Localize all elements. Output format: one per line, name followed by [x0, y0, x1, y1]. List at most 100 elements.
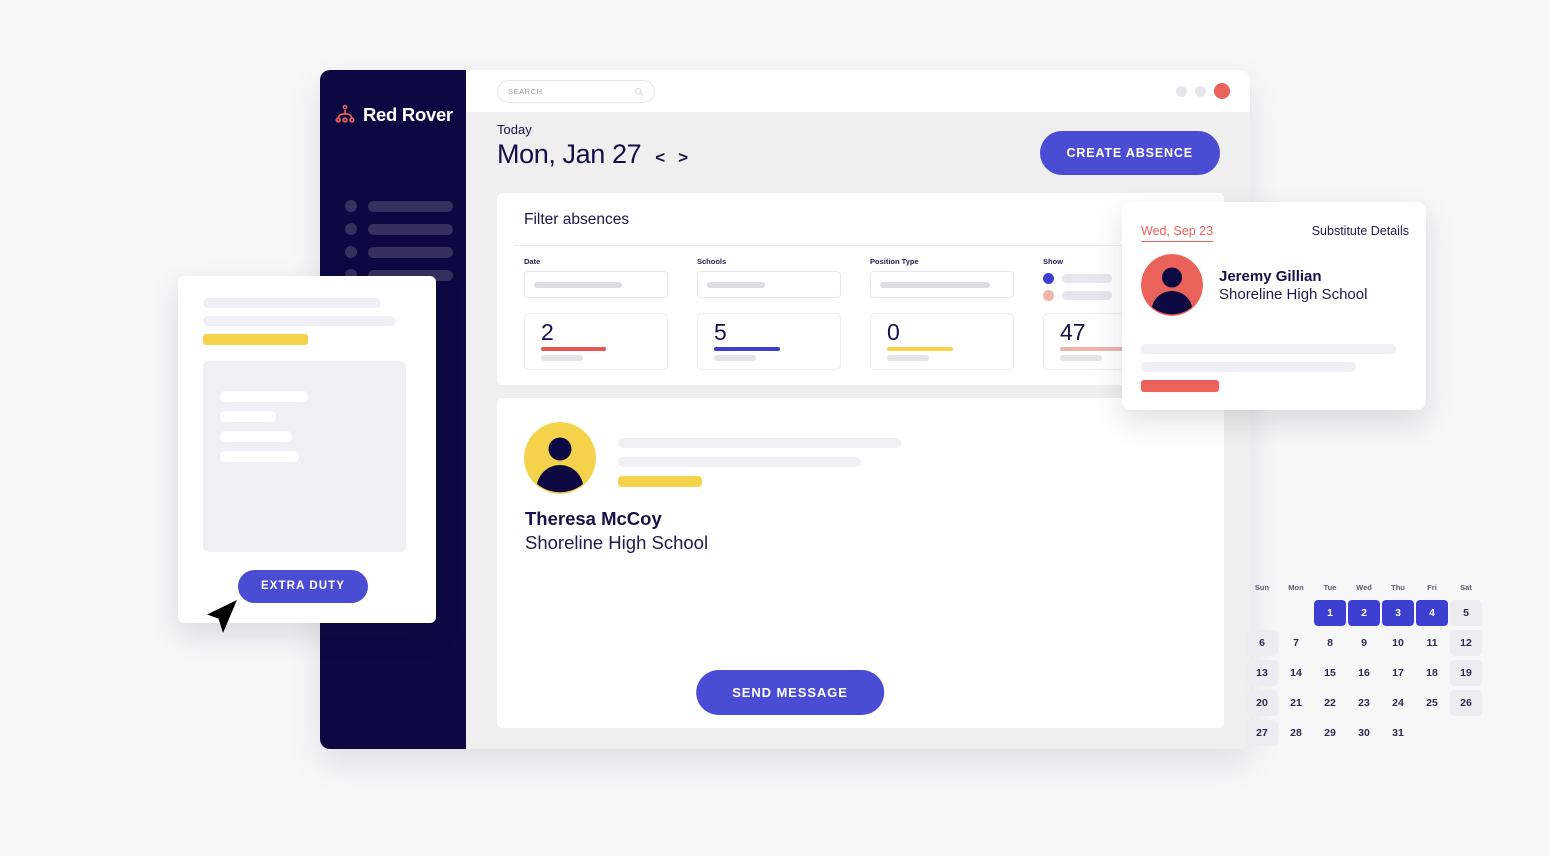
- red-rover-mark-icon: [335, 104, 355, 123]
- stat-caption-placeholder: [887, 355, 929, 361]
- calendar-day-cell[interactable]: 12: [1450, 630, 1482, 656]
- calendar-day-cell[interactable]: 27: [1246, 720, 1278, 746]
- search-input[interactable]: SEARCH: [497, 80, 655, 103]
- calendar-day-cell[interactable]: 23: [1348, 690, 1380, 716]
- calendar-day-cell[interactable]: 30: [1348, 720, 1380, 746]
- calendar-day-cell[interactable]: 8: [1314, 630, 1346, 656]
- calendar-day-cell[interactable]: 2: [1348, 600, 1380, 626]
- calendar-day-cell[interactable]: 6: [1246, 630, 1278, 656]
- stat-caption-placeholder: [714, 355, 756, 361]
- calendar-day-cell[interactable]: 15: [1314, 660, 1346, 686]
- filter-field-date: Date: [524, 257, 668, 301]
- stat-card[interactable]: 2: [524, 313, 668, 370]
- calendar-day-cell[interactable]: 14: [1280, 660, 1312, 686]
- calendar-day-cell[interactable]: 26: [1450, 690, 1482, 716]
- calendar-day-cell[interactable]: 3: [1382, 600, 1414, 626]
- radio-selected-icon: [1043, 273, 1054, 284]
- calendar-day-cell[interactable]: 24: [1382, 690, 1414, 716]
- app-logo[interactable]: Red Rover: [334, 104, 453, 126]
- calendar-day-cell[interactable]: 1: [1314, 600, 1346, 626]
- date-input[interactable]: [524, 271, 668, 298]
- page-header: Today Mon, Jan 27 < >: [497, 122, 688, 170]
- sidebar-item-1[interactable]: [345, 200, 453, 212]
- schools-input[interactable]: [697, 271, 841, 298]
- next-day-button[interactable]: >: [678, 148, 688, 168]
- calendar-day-cell[interactable]: 9: [1348, 630, 1380, 656]
- maximize-dot[interactable]: [1195, 85, 1206, 97]
- field-label-date: Date: [524, 257, 541, 266]
- filter-card-title: Filter absences: [524, 211, 630, 228]
- calendar-day-cell[interactable]: 11: [1416, 630, 1448, 656]
- nav-dot-icon: [345, 246, 357, 258]
- calendar-day-cell[interactable]: 31: [1382, 720, 1414, 746]
- calendar-day-cell[interactable]: 16: [1348, 660, 1380, 686]
- create-absence-button[interactable]: CREATE ABSENCE: [1039, 131, 1220, 175]
- input-value-placeholder: [707, 281, 765, 288]
- show-radio-group: [1043, 271, 1112, 301]
- show-option-1[interactable]: [1043, 273, 1112, 284]
- close-dot[interactable]: [1214, 83, 1230, 99]
- extra-duty-placeholder-lines: [203, 298, 396, 345]
- sidebar-item-label-placeholder: [368, 246, 453, 258]
- field-label-position-type: Position Type: [870, 257, 919, 266]
- stat-value: 0: [887, 319, 900, 345]
- show-option-label-placeholder: [1062, 291, 1112, 300]
- calendar-day-cell[interactable]: 7: [1280, 630, 1312, 656]
- calendar-day-cell[interactable]: 25: [1416, 690, 1448, 716]
- weekday-label: Tue: [1323, 582, 1337, 592]
- calendar-day-cell[interactable]: 5: [1450, 600, 1482, 626]
- person-detail-card: Theresa McCoy Shoreline High School SEND…: [497, 398, 1482, 746]
- person-summary-row: [524, 422, 901, 494]
- input-value-placeholder: [880, 281, 990, 288]
- prev-day-button[interactable]: <: [655, 148, 665, 168]
- sidebar-item-3[interactable]: [345, 246, 453, 258]
- calendar-day-cell[interactable]: 4: [1416, 600, 1448, 626]
- substitute-name: Jeremy Gillian: [1219, 267, 1322, 285]
- position-type-input[interactable]: [870, 271, 1014, 298]
- nav-dot-icon: [345, 223, 357, 235]
- top-bar: SEARCH: [466, 70, 1250, 112]
- calendar-day-cell[interactable]: 17: [1382, 660, 1414, 686]
- input-value-placeholder: [534, 281, 622, 288]
- calendar-day-cell[interactable]: 28: [1280, 720, 1312, 746]
- extra-duty-button[interactable]: EXTRA DUTY: [238, 570, 369, 603]
- user-avatar-yellow-icon: [524, 422, 596, 494]
- placeholder-line: [220, 411, 276, 422]
- mouse-cursor-icon: [207, 600, 237, 633]
- stat-accent-bar: [714, 347, 780, 351]
- substitute-date-tab[interactable]: Wed, Sep 23: [1141, 224, 1214, 242]
- placeholder-line: [203, 298, 381, 308]
- calendar-day-cell[interactable]: 18: [1416, 660, 1448, 686]
- send-message-button[interactable]: SEND MESSAGE: [696, 670, 884, 715]
- placeholder-line: [1141, 362, 1356, 372]
- stat-accent-bar: [1060, 347, 1126, 351]
- calendar-day-cell[interactable]: 19: [1450, 660, 1482, 686]
- calendar-day-cell[interactable]: 10: [1382, 630, 1414, 656]
- calendar-day-cell[interactable]: 21: [1280, 690, 1312, 716]
- calendar-day-cell[interactable]: 20: [1246, 690, 1278, 716]
- weekday-label: Wed: [1356, 582, 1372, 592]
- calendar-day-grid: 1 2 3 4 5 6 7 8 9 10 11 12 13 14 15 16 17 18 19 20 21 22 23 24 2…: [1245, 598, 1483, 748]
- stat-card[interactable]: 5: [697, 313, 841, 370]
- filter-absences-card: Filter absences Date Schools Position Ty…: [497, 193, 1224, 385]
- extra-duty-panel: [203, 361, 406, 552]
- screenshot-stage: Red Rover SEARCH Today Mon, Jan 27 < > C…: [0, 0, 1550, 856]
- placeholder-line: [220, 451, 299, 462]
- show-option-label-placeholder: [1062, 274, 1112, 283]
- stats-row: 2 5 0 47: [524, 313, 1187, 370]
- substitute-details-title: Substitute Details: [1311, 224, 1409, 238]
- substitute-person-row: Jeremy Gillian Shoreline High School: [1141, 254, 1367, 316]
- calendar-day-cell[interactable]: 22: [1314, 690, 1346, 716]
- placeholder-line: [618, 438, 901, 448]
- show-option-2[interactable]: [1043, 290, 1112, 301]
- radio-unselected-icon: [1043, 290, 1054, 301]
- person-placeholder-lines: [618, 422, 901, 494]
- calendar-day-cell[interactable]: 13: [1246, 660, 1278, 686]
- date-row: Mon, Jan 27 < >: [497, 139, 688, 170]
- calendar-day-cell[interactable]: 29: [1314, 720, 1346, 746]
- stat-card[interactable]: 0: [870, 313, 1014, 370]
- minimize-dot[interactable]: [1176, 85, 1187, 97]
- sidebar-item-label-placeholder: [368, 200, 453, 212]
- sidebar-item-2[interactable]: [345, 223, 453, 235]
- extra-duty-card: EXTRA DUTY: [178, 276, 436, 623]
